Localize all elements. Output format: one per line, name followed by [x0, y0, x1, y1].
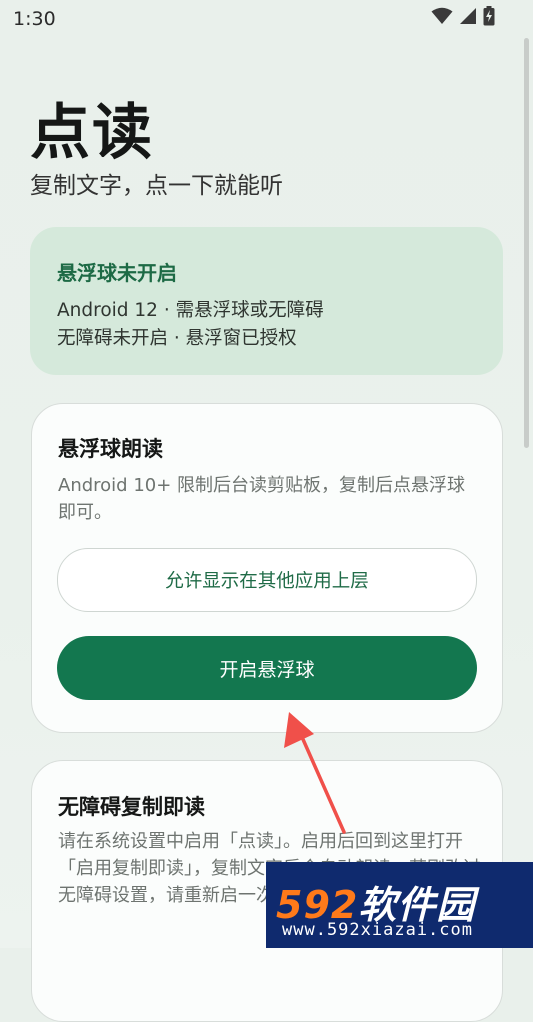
float-ball-card: 悬浮球朗读 Android 10+ 限制后台读剪贴板，复制后点悬浮球即可。 允许…	[31, 403, 503, 733]
status-bar: 1:30	[0, 0, 533, 36]
float-card-title: 悬浮球朗读	[58, 437, 163, 461]
battery-charging-icon	[483, 6, 495, 26]
status-card-line-2: 无障碍未开启 · 悬浮窗已授权	[57, 328, 297, 349]
allow-overlay-button[interactable]: 允许显示在其他应用上层	[57, 548, 477, 612]
enable-float-ball-button[interactable]: 开启悬浮球	[57, 636, 477, 700]
watermark-logo: 592软件园 www.592xiazai.com	[266, 862, 533, 948]
a11y-card-title: 无障碍复制即读	[58, 795, 205, 819]
status-icons	[431, 6, 495, 26]
status-card: 悬浮球未开启 Android 12 · 需悬浮球或无障碍 无障碍未开启 · 悬浮…	[30, 227, 503, 375]
status-card-title: 悬浮球未开启	[57, 261, 177, 285]
watermark-url: www.592xiazai.com	[282, 920, 473, 940]
status-time: 1:30	[13, 8, 56, 30]
page-subtitle: 复制文字，点一下就能听	[30, 173, 283, 199]
status-card-line-1: Android 12 · 需悬浮球或无障碍	[57, 300, 324, 321]
scrollbar[interactable]	[524, 38, 529, 448]
float-card-description: Android 10+ 限制后台读剪贴板，复制后点悬浮球即可。	[58, 475, 466, 523]
signal-icon	[460, 8, 476, 24]
wifi-icon	[431, 7, 453, 24]
page-title: 点读	[30, 98, 154, 168]
